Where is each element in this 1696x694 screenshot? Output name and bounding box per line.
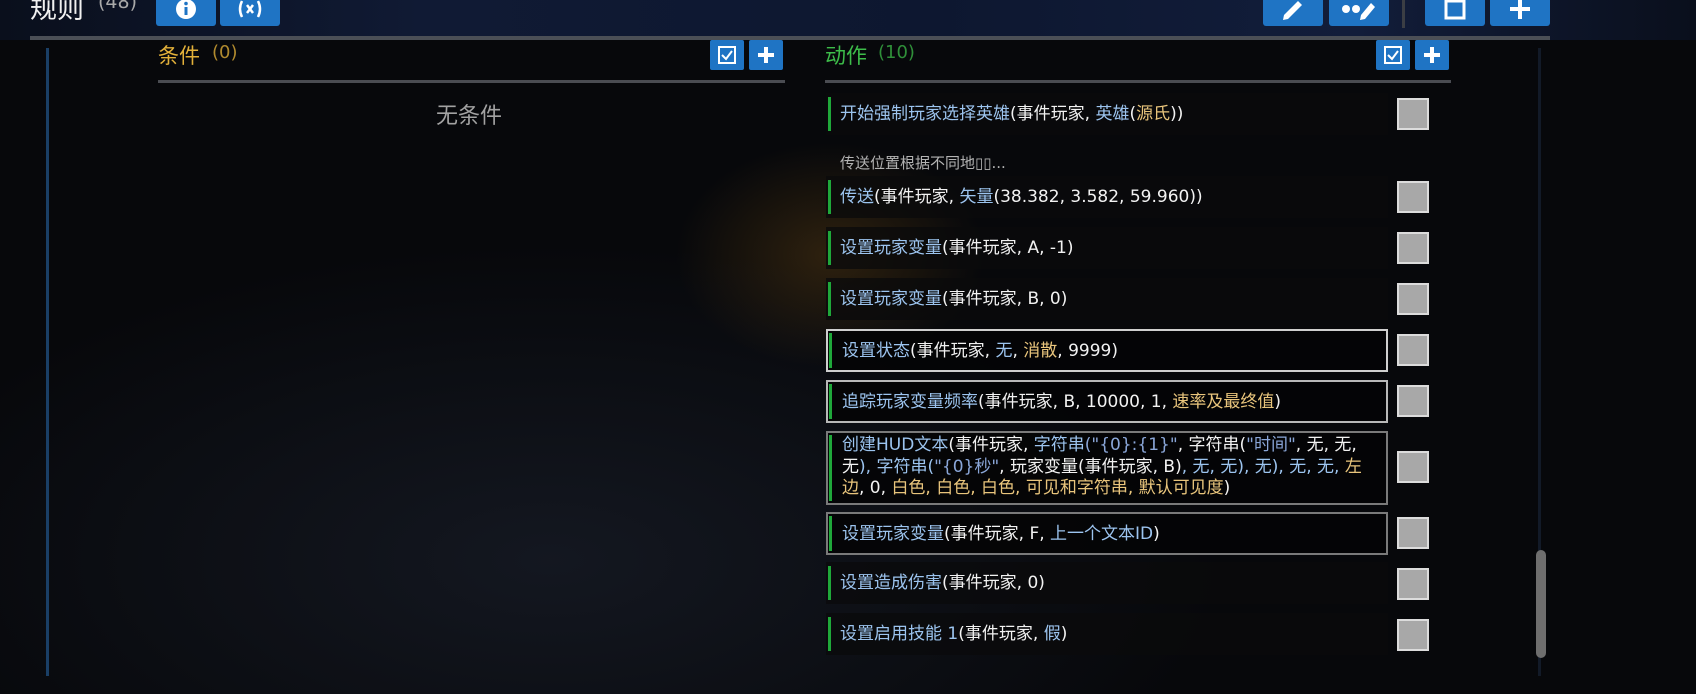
left-rail	[46, 48, 49, 676]
action-indicator-bar	[829, 384, 832, 419]
action-row-selected[interactable]: 设置状态(事件玩家, 无, 消散, 9999)	[826, 329, 1388, 372]
action-text: 创建HUD文本(事件玩家, 字符串("{0}:{1}", 字符串("时间", 无…	[842, 435, 1362, 498]
action-row-selected[interactable]: 创建HUD文本(事件玩家, 字符串("{0}:{1}", 字符串("时间", 无…	[826, 431, 1388, 505]
action-text: 设置启用技能 1(事件玩家, 假)	[840, 624, 1068, 644]
actions-title: 动作	[825, 44, 867, 68]
conditions-select-button[interactable]	[710, 40, 744, 70]
action-checkbox[interactable]	[1397, 451, 1429, 483]
action-indicator-bar	[829, 333, 832, 368]
actions-select-button[interactable]	[1376, 40, 1410, 70]
action-checkbox[interactable]	[1397, 181, 1429, 213]
action-checkbox[interactable]	[1397, 232, 1429, 264]
pencil-icon	[1283, 1, 1302, 20]
action-checkbox[interactable]	[1397, 385, 1429, 417]
plus-icon	[1424, 47, 1440, 63]
add-condition-button[interactable]	[749, 40, 783, 70]
action-text: 设置造成伤害(事件玩家, 0)	[840, 573, 1045, 593]
action-row[interactable]: 开始强制玩家选择英雄(事件玩家, 英雄(源氏))	[826, 93, 1388, 135]
action-indicator-bar	[828, 617, 831, 651]
rule-list-title: 规则	[30, 0, 84, 25]
action-row-selected[interactable]: 追踪玩家变量频率(事件玩家, B, 10000, 1, 速率及最终值)	[826, 380, 1388, 423]
info-button[interactable]	[156, 0, 216, 26]
edit-button[interactable]	[1263, 0, 1323, 26]
conditions-count: (0)	[212, 42, 238, 63]
action-text: 设置状态(事件玩家, 无, 消散, 9999)	[842, 341, 1118, 361]
copy-button[interactable]	[1425, 0, 1485, 26]
action-text: 设置玩家变量(事件玩家, A, -1)	[840, 238, 1074, 258]
action-checkbox[interactable]	[1397, 334, 1429, 366]
action-indicator-bar	[828, 231, 831, 265]
action-checkbox[interactable]	[1397, 568, 1429, 600]
toolbar-separator	[1402, 0, 1405, 28]
batch-edit-button[interactable]	[1329, 0, 1389, 26]
action-row[interactable]: 设置玩家变量(事件玩家, A, -1)	[826, 227, 1388, 269]
action-row[interactable]: 设置玩家变量(事件玩家, B, 0)	[826, 278, 1388, 320]
rule-count: (48)	[98, 0, 138, 13]
plus-icon	[1510, 0, 1530, 19]
action-indicator-bar	[828, 566, 831, 600]
action-indicator-bar	[828, 180, 831, 214]
add-rule-button[interactable]	[1490, 0, 1550, 26]
checkbox-icon	[1384, 46, 1402, 64]
actions-count: (10)	[878, 42, 915, 63]
checkbox-icon	[718, 46, 736, 64]
action-checkbox[interactable]	[1397, 517, 1429, 549]
action-row[interactable]: 设置造成伤害(事件玩家, 0)	[826, 562, 1388, 604]
plus-icon	[758, 47, 774, 63]
action-text: 追踪玩家变量频率(事件玩家, B, 10000, 1, 速率及最终值)	[842, 392, 1282, 412]
actions-divider	[825, 80, 1451, 83]
no-conditions-text: 无条件	[436, 104, 503, 129]
action-row-selected[interactable]: 设置玩家变量(事件玩家, F, 上一个文本ID)	[826, 512, 1388, 555]
action-indicator-bar	[828, 97, 831, 131]
action-text: 传送(事件玩家, 矢量(38.382, 3.582, 59.960))	[840, 187, 1203, 207]
conditions-title: 条件	[158, 44, 200, 68]
add-action-button[interactable]	[1415, 40, 1449, 70]
scrollbar-thumb[interactable]	[1536, 550, 1546, 658]
action-checkbox[interactable]	[1397, 283, 1429, 315]
action-indicator-bar	[829, 516, 832, 551]
action-indicator-bar	[829, 435, 832, 501]
formula-icon	[238, 0, 262, 18]
action-row[interactable]: 设置启用技能 1(事件玩家, 假)	[826, 613, 1388, 655]
conditions-divider	[158, 80, 785, 83]
action-indicator-bar	[828, 282, 831, 316]
action-checkbox[interactable]	[1397, 619, 1429, 651]
formula-button[interactable]	[220, 0, 280, 26]
action-checkbox[interactable]	[1397, 98, 1429, 130]
action-text: 设置玩家变量(事件玩家, F, 上一个文本ID)	[842, 524, 1160, 544]
info-icon	[176, 0, 196, 19]
copy-icon	[1444, 0, 1466, 20]
dots-pencil-icon	[1342, 3, 1375, 20]
action-comment: 传送位置根据不同地▯▯...	[840, 154, 1006, 172]
action-row[interactable]: 传送(事件玩家, 矢量(38.382, 3.582, 59.960))	[826, 176, 1388, 218]
header-divider	[30, 36, 1550, 40]
action-text: 设置玩家变量(事件玩家, B, 0)	[840, 289, 1068, 309]
action-text: 开始强制玩家选择英雄(事件玩家, 英雄(源氏))	[840, 104, 1184, 124]
